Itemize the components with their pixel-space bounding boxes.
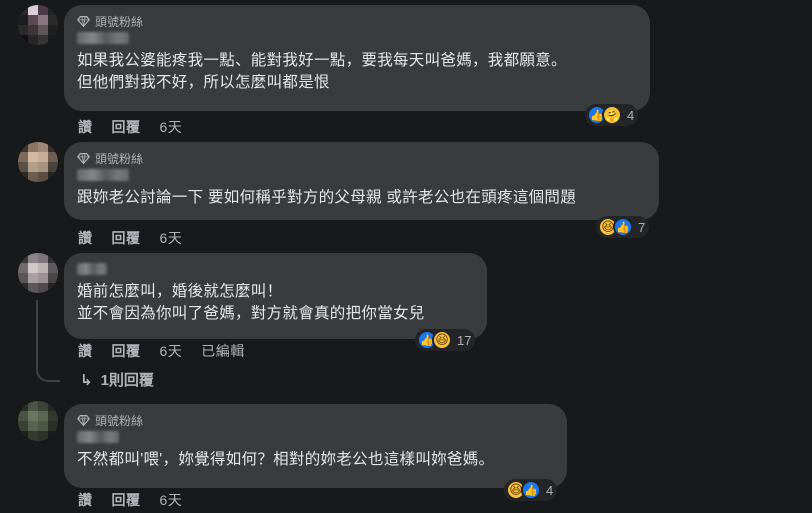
comment-bubble: 頭號粉絲 跟妳老公討論一下 要如何稱乎對方的父母親 或許老公也在頭疼這個問題: [64, 142, 659, 220]
reaction-count: 4: [546, 482, 554, 498]
like-button[interactable]: 讚: [78, 490, 93, 510]
diamond-icon: [77, 152, 90, 164]
avatar[interactable]: [18, 5, 58, 45]
avatar[interactable]: [18, 401, 58, 441]
badge-label: 頭號粉絲: [95, 151, 144, 166]
comment-bubble: 頭號粉絲 不然都叫'喂'，妳覺得如何？相對的妳老公也這樣叫妳爸媽。: [64, 404, 567, 488]
edited-label[interactable]: 已編輯: [201, 341, 245, 361]
view-replies-link[interactable]: ↳ 1則回覆: [80, 369, 154, 390]
reply-button[interactable]: 回覆: [112, 228, 141, 248]
comment-text: 不然都叫'喂'，妳覺得如何？相對的妳老公也這樣叫妳爸媽。: [77, 451, 495, 468]
reaction-count: 7: [638, 219, 646, 235]
top-fan-badge: 頭號粉絲: [77, 13, 638, 29]
like-button[interactable]: 讚: [78, 117, 93, 137]
reply-button[interactable]: 回覆: [112, 490, 141, 510]
reaction-summary[interactable]: 👍 😆 17: [415, 329, 476, 351]
like-icon: 👍: [613, 217, 633, 237]
haha-icon: 😆: [432, 330, 452, 350]
top-fan-badge: 頭號粉絲: [77, 150, 647, 166]
replies-count-label: 1則回覆: [100, 372, 154, 389]
badge-label: 頭號粉絲: [95, 413, 144, 428]
top-fan-badge: 頭號粉絲: [77, 412, 555, 428]
like-icon: 👍: [521, 480, 541, 500]
timestamp[interactable]: 6天: [160, 117, 183, 137]
reaction-count: 4: [627, 107, 635, 123]
comment-actions: 讚 回覆 6天: [78, 490, 182, 510]
like-button[interactable]: 讚: [78, 341, 93, 361]
comment-text: 婚前怎麼叫，婚後就怎麼叫！ 並不會因為你叫了爸媽，對方就會真的把你當女兒: [77, 283, 425, 322]
avatar[interactable]: [18, 142, 58, 182]
diamond-icon: [77, 15, 90, 27]
comment-text: 如果我公婆能疼我一點、能對我好一點，要我每天叫爸媽，我都願意。 但他們對我不好，…: [77, 52, 567, 91]
comment-actions: 讚 回覆 6天: [78, 117, 182, 137]
comment-actions: 讚 回覆 6天: [78, 228, 182, 248]
reply-arrow-icon: ↳: [80, 371, 93, 389]
comment-bubble: 婚前怎麼叫，婚後就怎麼叫！ 並不會因為你叫了爸媽，對方就會真的把你當女兒: [64, 253, 487, 339]
avatar[interactable]: [18, 253, 58, 293]
care-icon: 🤗: [602, 105, 622, 125]
author-name-blurred[interactable]: [77, 32, 129, 44]
reaction-summary[interactable]: 👍 🤗 4: [585, 104, 639, 126]
author-name-blurred[interactable]: [77, 169, 129, 181]
thread-connector: [36, 300, 60, 382]
reply-button[interactable]: 回覆: [112, 341, 141, 361]
reaction-summary[interactable]: 😆 👍 7: [596, 216, 650, 238]
timestamp[interactable]: 6天: [160, 490, 183, 510]
reaction-count: 17: [457, 332, 472, 348]
author-name-blurred[interactable]: [77, 263, 107, 275]
diamond-icon: [77, 414, 90, 426]
comment-actions: 讚 回覆 6天 已編輯: [78, 341, 245, 361]
reaction-summary[interactable]: 😆 👍 4: [504, 479, 558, 501]
reply-button[interactable]: 回覆: [112, 117, 141, 137]
comment-bubble: 頭號粉絲 如果我公婆能疼我一點、能對我好一點，要我每天叫爸媽，我都願意。 但他們…: [64, 5, 650, 111]
timestamp[interactable]: 6天: [160, 341, 183, 361]
comment-text: 跟妳老公討論一下 要如何稱乎對方的父母親 或許老公也在頭疼這個問題: [77, 189, 577, 206]
like-button[interactable]: 讚: [78, 228, 93, 248]
author-name-blurred[interactable]: [77, 431, 119, 443]
timestamp[interactable]: 6天: [160, 228, 183, 248]
badge-label: 頭號粉絲: [95, 14, 144, 29]
